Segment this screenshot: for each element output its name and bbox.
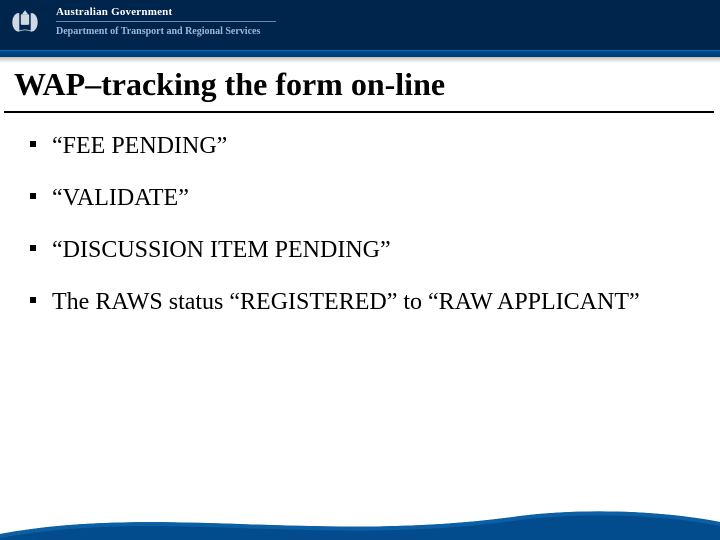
- bullet-text: “DISCUSSION ITEM PENDING”: [52, 235, 700, 265]
- bullet-icon: [30, 245, 36, 251]
- list-item: “DISCUSSION ITEM PENDING”: [30, 235, 700, 265]
- slide: Australian Government Department of Tran…: [0, 0, 720, 540]
- bullet-text: The RAWS status “REGISTERED” to “RAW APP…: [52, 287, 700, 317]
- list-item: “FEE PENDING”: [30, 131, 700, 161]
- slide-body: “FEE PENDING” “VALIDATE” “DISCUSSION ITE…: [0, 113, 720, 317]
- header-divider: [56, 21, 276, 22]
- department-name: Department of Transport and Regional Ser…: [56, 26, 276, 37]
- footer-swoosh: [0, 500, 720, 540]
- list-item: “VALIDATE”: [30, 183, 700, 213]
- bullet-icon: [30, 297, 36, 303]
- bullet-icon: [30, 141, 36, 147]
- government-name: Australian Government: [56, 6, 276, 18]
- header-swoosh: [0, 50, 720, 62]
- bullet-icon: [30, 193, 36, 199]
- bullet-text: “FEE PENDING”: [52, 131, 700, 161]
- coat-of-arms-icon: [6, 4, 44, 42]
- list-item: The RAWS status “REGISTERED” to “RAW APP…: [30, 287, 700, 317]
- header: Australian Government Department of Tran…: [0, 0, 720, 50]
- header-text-block: Australian Government Department of Tran…: [56, 0, 276, 37]
- bullet-text: “VALIDATE”: [52, 183, 700, 213]
- slide-title: WAP–tracking the form on-line: [4, 62, 714, 113]
